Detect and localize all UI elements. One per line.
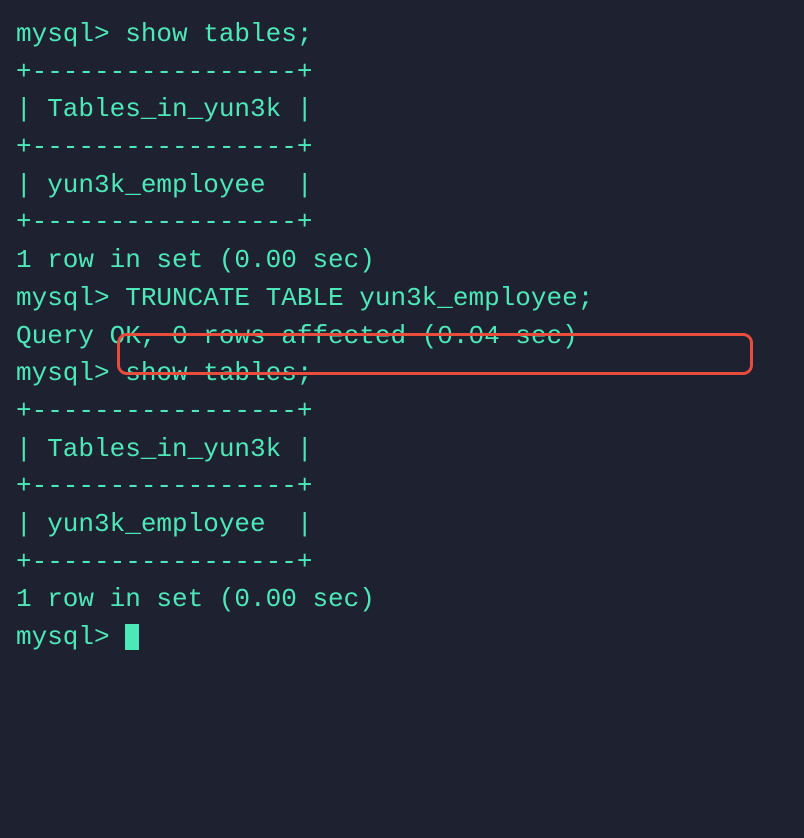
active-prompt[interactable]: mysql> <box>16 619 788 657</box>
command-line: mysql> show tables; <box>16 16 788 54</box>
table-border: +-----------------+ <box>16 468 788 506</box>
result-summary: Query OK, 0 rows affected (0.04 sec) <box>16 318 788 356</box>
table-border: +-----------------+ <box>16 204 788 242</box>
result-summary: 1 row in set (0.00 sec) <box>16 581 788 619</box>
prompt-text: mysql> <box>16 619 125 657</box>
command-line: mysql> show tables; <box>16 355 788 393</box>
command-line-highlighted: mysql> TRUNCATE TABLE yun3k_employee; <box>16 280 788 318</box>
table-border: +-----------------+ <box>16 544 788 582</box>
table-border: +-----------------+ <box>16 129 788 167</box>
table-row: | yun3k_employee | <box>16 167 788 205</box>
table-border: +-----------------+ <box>16 54 788 92</box>
table-header: | Tables_in_yun3k | <box>16 431 788 469</box>
table-header: | Tables_in_yun3k | <box>16 91 788 129</box>
terminal-output[interactable]: mysql> show tables; +-----------------+ … <box>16 16 788 657</box>
result-summary: 1 row in set (0.00 sec) <box>16 242 788 280</box>
table-row: | yun3k_employee | <box>16 506 788 544</box>
cursor-icon <box>125 624 139 650</box>
table-border: +-----------------+ <box>16 393 788 431</box>
